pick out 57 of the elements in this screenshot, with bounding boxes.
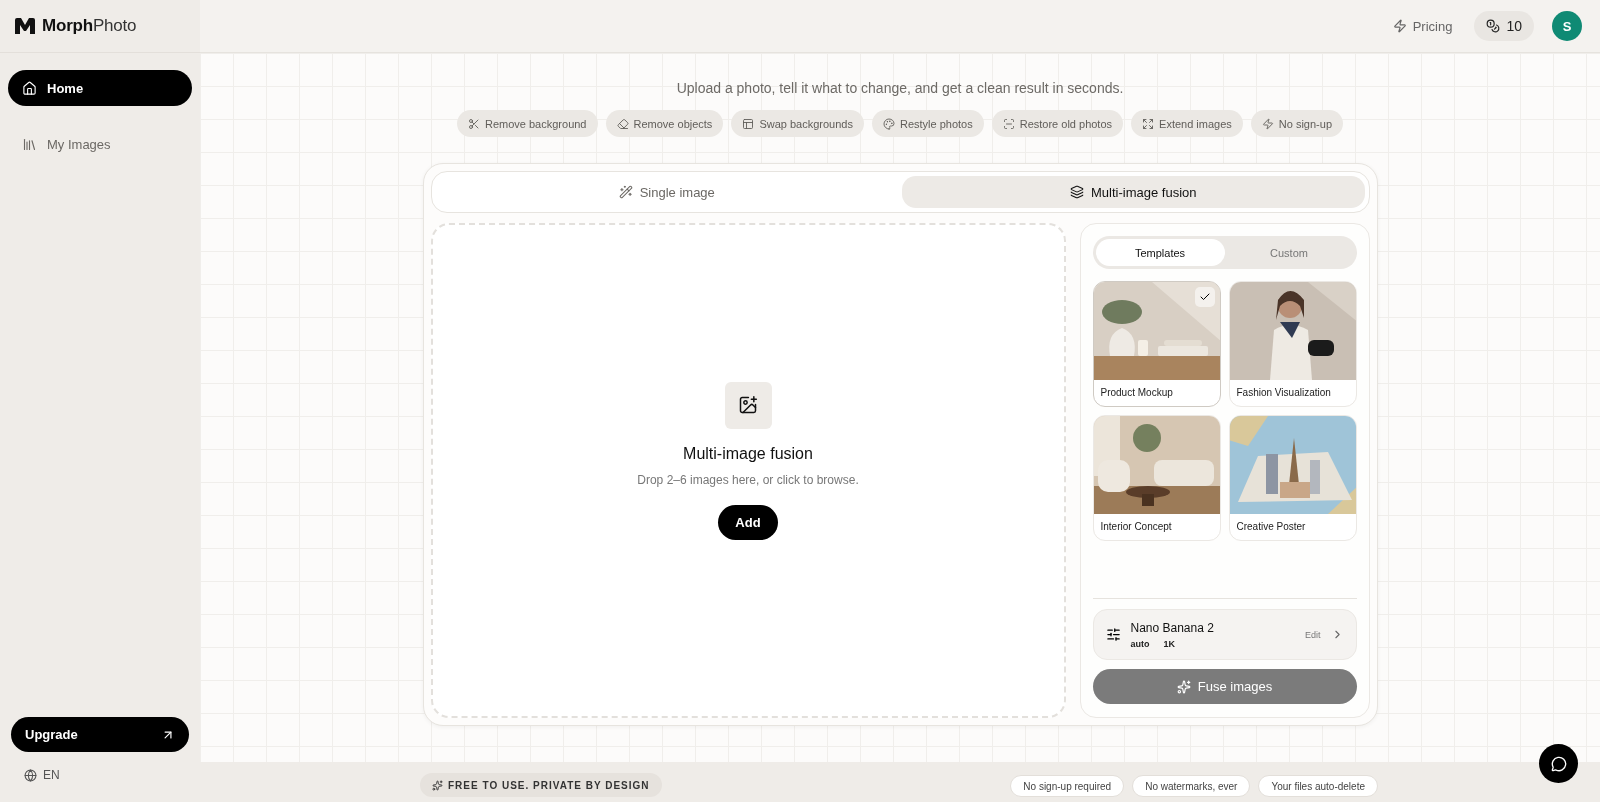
feature-chip[interactable]: Extend images — [1131, 110, 1243, 137]
panel-tab[interactable]: Custom — [1224, 239, 1354, 266]
sidebar-item[interactable]: Home — [8, 70, 192, 106]
chat-icon — [1550, 755, 1567, 772]
eraser-icon — [616, 117, 629, 130]
scan-icon — [1002, 117, 1015, 130]
model-option: auto — [1130, 638, 1150, 649]
expand-icon — [1142, 117, 1155, 130]
template-card[interactable]: Fashion Visualization — [1228, 281, 1357, 407]
sliders-icon — [1105, 627, 1121, 642]
layers-icon — [1070, 185, 1084, 199]
template-card[interactable]: Creative Poster — [1228, 415, 1357, 541]
sidebar-item[interactable]: My Images — [8, 126, 192, 162]
subtitle: Upload a photo, tell it what to change, and get a clean result in seconds. — [676, 80, 1124, 96]
feature-chip[interactable]: Restore old photos — [991, 110, 1124, 137]
add-button[interactable]: Add — [718, 504, 778, 540]
tagline-pill: FREE TO USE. PRIVATE BY DESIGN — [420, 773, 662, 797]
home-icon — [22, 80, 37, 96]
feature-badge: No watermarks, ever — [1132, 775, 1251, 797]
upgrade-button[interactable]: Upgrade — [11, 717, 189, 752]
model-option: 1K — [1163, 638, 1175, 649]
drop-zone[interactable]: Multi-image fusion Drop 2–6 images here, or click to browse. Add — [430, 223, 1066, 718]
image-plus-icon — [738, 395, 758, 415]
coins-icon — [1486, 19, 1501, 33]
globe-icon — [24, 768, 37, 782]
layout-icon — [742, 117, 755, 130]
brand-name: MorphPhoto — [42, 16, 137, 36]
panel-tab[interactable]: Templates — [1095, 239, 1225, 266]
lightning-icon — [1392, 19, 1407, 33]
feature-chip[interactable]: Swap backgrounds — [731, 110, 864, 137]
feature-chip[interactable]: Remove objects — [605, 110, 724, 137]
mode-tab[interactable]: Single image — [435, 176, 898, 208]
logo-icon — [14, 17, 36, 35]
books-icon — [22, 136, 37, 152]
feature-badge: No sign-up required — [1010, 775, 1125, 797]
avatar[interactable]: S — [1552, 11, 1582, 41]
sparkles-icon — [1176, 679, 1191, 694]
sparkles-icon — [432, 779, 443, 791]
model-settings[interactable]: Nano Banana 2 auto 1K Edit — [1092, 609, 1357, 660]
pricing-link[interactable]: Pricing — [1392, 18, 1453, 34]
feature-chip[interactable]: Remove background — [457, 110, 598, 137]
drop-title: Multi-image fusion — [683, 444, 813, 463]
palette-icon — [882, 117, 895, 130]
mode-tab[interactable]: Multi-image fusion — [902, 176, 1365, 208]
edit-link[interactable]: Edit — [1305, 629, 1321, 640]
feature-chip[interactable]: Restyle photos — [871, 110, 984, 137]
language-selector[interactable]: EN — [11, 768, 189, 782]
magic-wand-icon — [618, 185, 633, 199]
model-name: Nano Banana 2 — [1130, 620, 1215, 635]
drop-hint: Drop 2–6 images here, or click to browse. — [637, 472, 859, 487]
template-card[interactable]: Interior Concept — [1092, 415, 1221, 541]
template-card[interactable]: Product Mockup — [1092, 281, 1221, 407]
feature-badge: Your files auto-delete — [1258, 775, 1378, 797]
credits-button[interactable]: 10 — [1474, 11, 1534, 41]
lightning-icon — [1261, 117, 1274, 130]
scissors-icon — [468, 117, 480, 130]
feature-chip[interactable]: No sign-up — [1250, 110, 1343, 137]
